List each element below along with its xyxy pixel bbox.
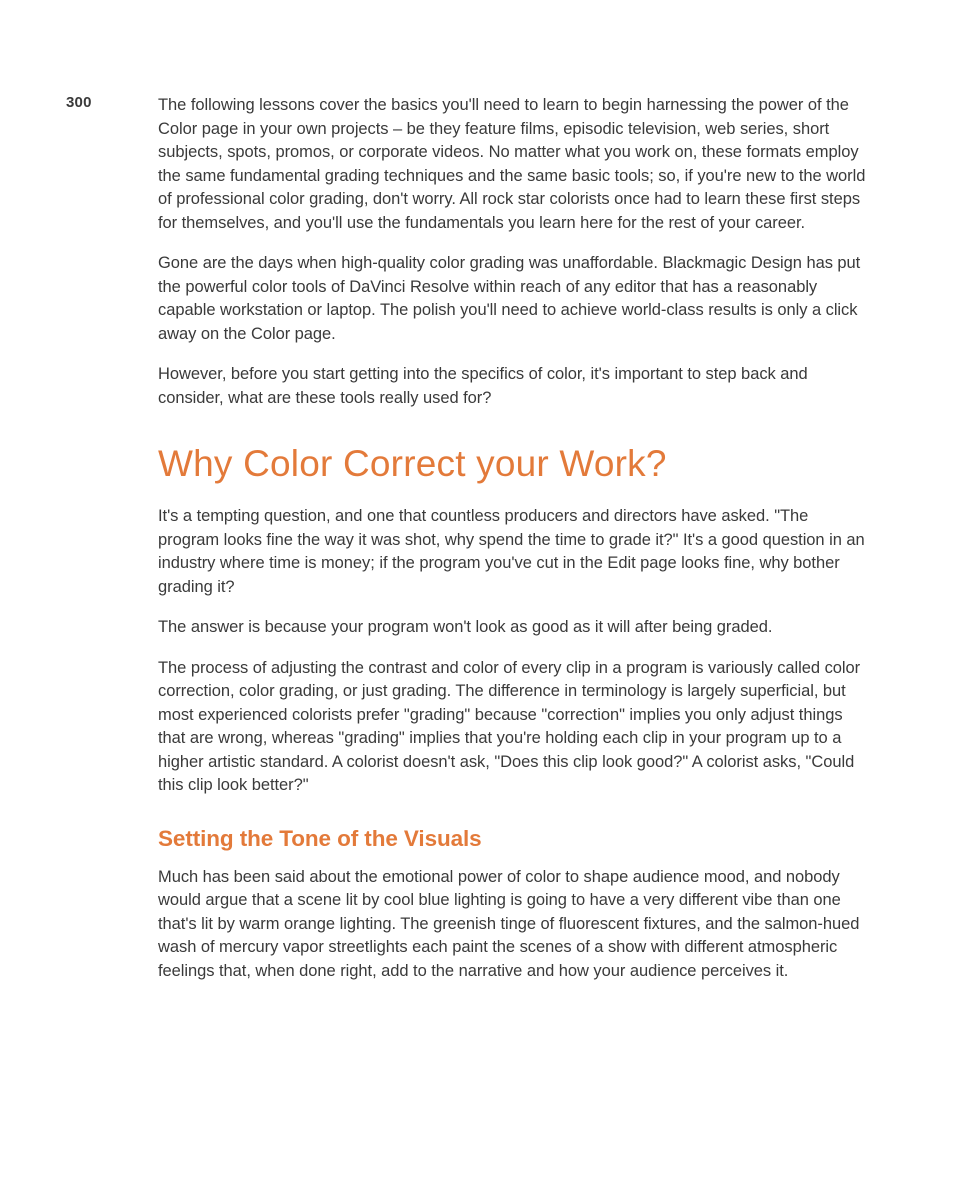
body-paragraph: However, before you start getting into t… [158, 363, 869, 410]
body-paragraph: It's a tempting question, and one that c… [158, 505, 869, 599]
section-heading: Why Color Correct your Work? [158, 443, 869, 485]
body-paragraph: Gone are the days when high-quality colo… [158, 252, 869, 346]
body-paragraph: The process of adjusting the contrast an… [158, 657, 869, 798]
page-body: The following lessons cover the basics y… [158, 94, 869, 983]
body-paragraph: The answer is because your program won't… [158, 616, 869, 640]
body-paragraph: The following lessons cover the basics y… [158, 94, 869, 235]
body-paragraph: Much has been said about the emotional p… [158, 866, 869, 984]
subsection-heading: Setting the Tone of the Visuals [158, 826, 869, 852]
document-page: 300 The following lessons cover the basi… [0, 94, 954, 1000]
page-number: 300 [66, 94, 92, 111]
